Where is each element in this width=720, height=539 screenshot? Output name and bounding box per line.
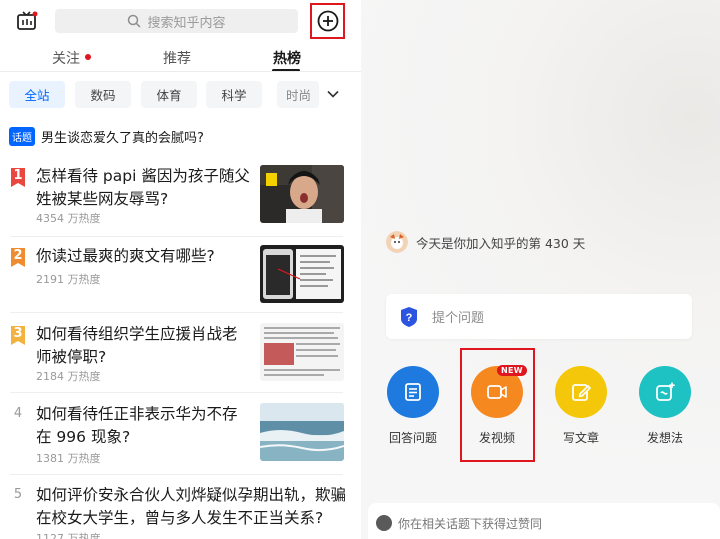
- join-info: 今天是你加入知乎的第 430 天: [386, 231, 585, 253]
- chip-fashion[interactable]: 时尚: [277, 81, 319, 108]
- create-button[interactable]: [310, 3, 345, 39]
- tab-hot[interactable]: 热榜: [273, 48, 301, 68]
- rank-badge: 3: [11, 326, 25, 345]
- item-thumbnail: [260, 323, 344, 381]
- search-placeholder: 搜索知乎内容: [147, 15, 226, 31]
- answer-icon: [387, 366, 439, 418]
- avatar: [376, 515, 392, 531]
- rank-number: 4: [13, 406, 23, 421]
- post-idea-button[interactable]: 发想法: [637, 366, 693, 446]
- tv-icon[interactable]: [16, 10, 38, 32]
- join-text: 今天是你加入知乎的第 430 天: [416, 235, 586, 251]
- answer-question-button[interactable]: 回答问题: [385, 366, 441, 446]
- divider: [10, 392, 343, 393]
- rank-number: 5: [13, 487, 23, 502]
- related-topic-card[interactable]: 你在相关话题下获得过赞同: [368, 503, 720, 539]
- chip-science[interactable]: 科学: [206, 81, 262, 108]
- pencil-icon: [555, 366, 607, 418]
- write-article-button[interactable]: 写文章: [553, 366, 609, 446]
- chip-digital[interactable]: 数码: [75, 81, 131, 108]
- item-title: 怎样看待 papi 酱因为孩子随父姓被某些网友辱骂?: [36, 167, 250, 208]
- action-label: 写文章: [562, 431, 599, 445]
- topic-text: 男生谈恋爱久了真的会腻吗?: [41, 130, 204, 146]
- ask-placeholder: 提个问题: [432, 311, 485, 326]
- hot-list-panel: 搜索知乎内容 关注 推荐 热榜 全站 数码 体育 科学 时尚 话题 男生谈恋爱久…: [0, 0, 361, 539]
- search-input[interactable]: 搜索知乎内容: [55, 9, 298, 33]
- item-title: 如何看待任正非表示华为不存在 996 现象?: [36, 405, 238, 446]
- action-label: 发想法: [646, 431, 683, 445]
- notification-dot: [85, 54, 91, 60]
- feed-tabs: 关注 推荐 热榜: [0, 42, 361, 72]
- avatar: [386, 231, 408, 253]
- item-title: 如何看待组织学生应援肖战老师被停职?: [36, 325, 238, 366]
- item-title: 如何评价安永合伙人刘烨疑似孕期出轨，欺骗在校女大学生，曾与多人发生不正当关系?: [36, 486, 347, 527]
- new-badge: NEW: [497, 365, 527, 376]
- topic-row[interactable]: 话题 男生谈恋爱久了真的会腻吗?: [9, 126, 204, 146]
- chip-all[interactable]: 全站: [9, 81, 65, 108]
- rank-badge: 1: [11, 168, 25, 187]
- divider: [10, 474, 343, 475]
- top-bar: 搜索知乎内容: [0, 0, 361, 42]
- chevron-down-icon[interactable]: [326, 87, 340, 101]
- divider: [0, 71, 361, 72]
- item-title: 你读过最爽的爽文有哪些?: [36, 247, 215, 265]
- item-heat: 1127 万热度: [36, 532, 101, 539]
- item-thumbnail: [260, 165, 344, 223]
- action-label: 回答问题: [388, 431, 437, 445]
- rank-badge: 2: [11, 248, 25, 267]
- action-label: 发视频: [478, 431, 515, 445]
- question-icon: ?: [401, 306, 417, 327]
- category-chips: 全站 数码 体育 科学 时尚: [0, 81, 361, 109]
- search-icon: [128, 14, 142, 28]
- item-heat: 1381 万热度: [36, 452, 101, 465]
- item-thumbnail: [260, 245, 344, 303]
- divider: [10, 312, 343, 313]
- tab-following[interactable]: 关注: [52, 48, 80, 68]
- item-heat: 4354 万热度: [36, 212, 101, 225]
- svg-text:?: ?: [406, 312, 413, 324]
- item-thumbnail: [260, 403, 344, 461]
- plus-circle-icon: [317, 10, 338, 32]
- item-heat: 2184 万热度: [36, 370, 101, 383]
- create-panel: 今天是你加入知乎的第 430 天 ? 提个问题 回答问题 发视频 NEW 写文章…: [361, 0, 720, 539]
- idea-icon: [639, 366, 691, 418]
- post-video-button[interactable]: 发视频: [469, 366, 525, 446]
- item-heat: 2191 万热度: [36, 273, 101, 286]
- divider: [10, 236, 343, 237]
- chip-sports[interactable]: 体育: [141, 81, 197, 108]
- topic-badge: 话题: [9, 126, 35, 146]
- tab-recommend[interactable]: 推荐: [163, 48, 191, 68]
- related-topic-text: 你在相关话题下获得过赞同: [398, 516, 543, 531]
- ask-question-input[interactable]: ? 提个问题: [386, 294, 692, 339]
